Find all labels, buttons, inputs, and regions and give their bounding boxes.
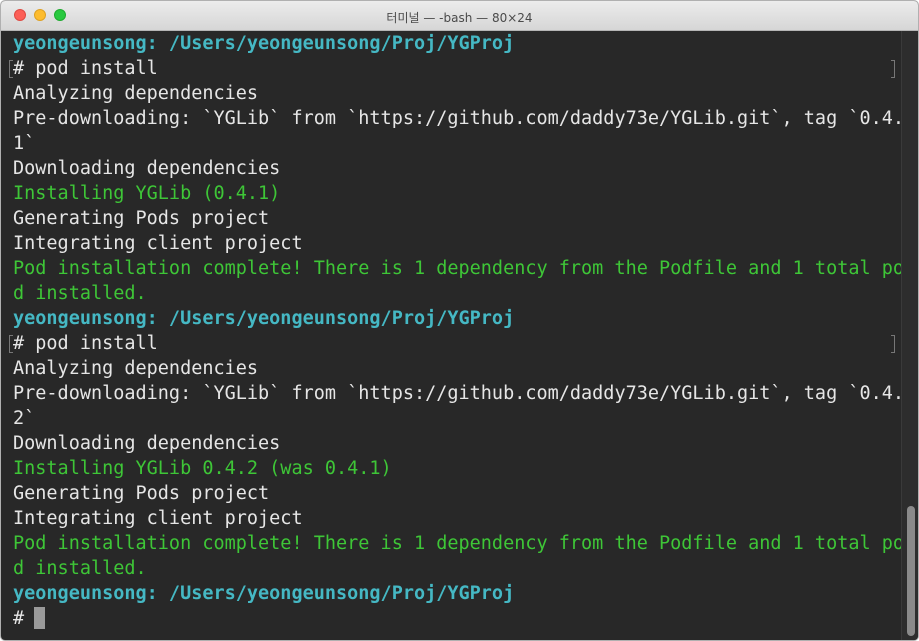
- command-line: # pod install: [9, 56, 901, 81]
- output-line: Generating Pods project: [13, 208, 270, 229]
- output-line: Integrating client project: [13, 233, 303, 254]
- output-line: Downloading dependencies: [13, 433, 281, 454]
- output-line: Generating Pods project: [13, 483, 270, 504]
- prompt-symbol: #: [13, 608, 25, 629]
- command-line: # pod install: [9, 331, 901, 356]
- terminal-window: 터미널 — -bash — 80×24 yeongeunsong: /Users…: [0, 0, 919, 641]
- text-cursor: [34, 606, 46, 629]
- prompt-line: yeongeunsong: /Users/yeongeunsong/Proj/Y…: [13, 308, 515, 329]
- output-line: Analyzing dependencies: [13, 358, 259, 379]
- output-line: 2`: [13, 408, 36, 429]
- output-line: Analyzing dependencies: [13, 83, 259, 104]
- output-line: Pre-downloading: `YGLib` from `https://g…: [13, 383, 905, 404]
- vertical-scrollbar[interactable]: [901, 31, 918, 640]
- output-line: Pre-downloading: `YGLib` from `https://g…: [13, 108, 905, 129]
- output-line: Integrating client project: [13, 508, 303, 529]
- output-line: Pod installation complete! There is 1 de…: [13, 533, 905, 554]
- window-title: 터미널 — -bash — 80×24: [386, 11, 533, 25]
- scrollbar-thumb[interactable]: [907, 506, 915, 636]
- terminal-output[interactable]: yeongeunsong: /Users/yeongeunsong/Proj/Y…: [1, 31, 905, 640]
- title-bar[interactable]: 터미널 — -bash — 80×24: [1, 1, 918, 31]
- output-line: Pod installation complete! There is 1 de…: [13, 258, 905, 279]
- output-line: Installing YGLib (0.4.1): [13, 183, 281, 204]
- current-input-line[interactable]: #: [13, 606, 901, 631]
- prompt-line: yeongeunsong: /Users/yeongeunsong/Proj/Y…: [13, 583, 515, 604]
- output-line: 1`: [13, 133, 36, 154]
- output-line: Installing YGLib 0.4.2 (was 0.4.1): [13, 458, 392, 479]
- output-line: d installed.: [13, 558, 147, 579]
- output-line: Downloading dependencies: [13, 158, 281, 179]
- output-line: d installed.: [13, 283, 147, 304]
- prompt-line: yeongeunsong: /Users/yeongeunsong/Proj/Y…: [13, 33, 515, 54]
